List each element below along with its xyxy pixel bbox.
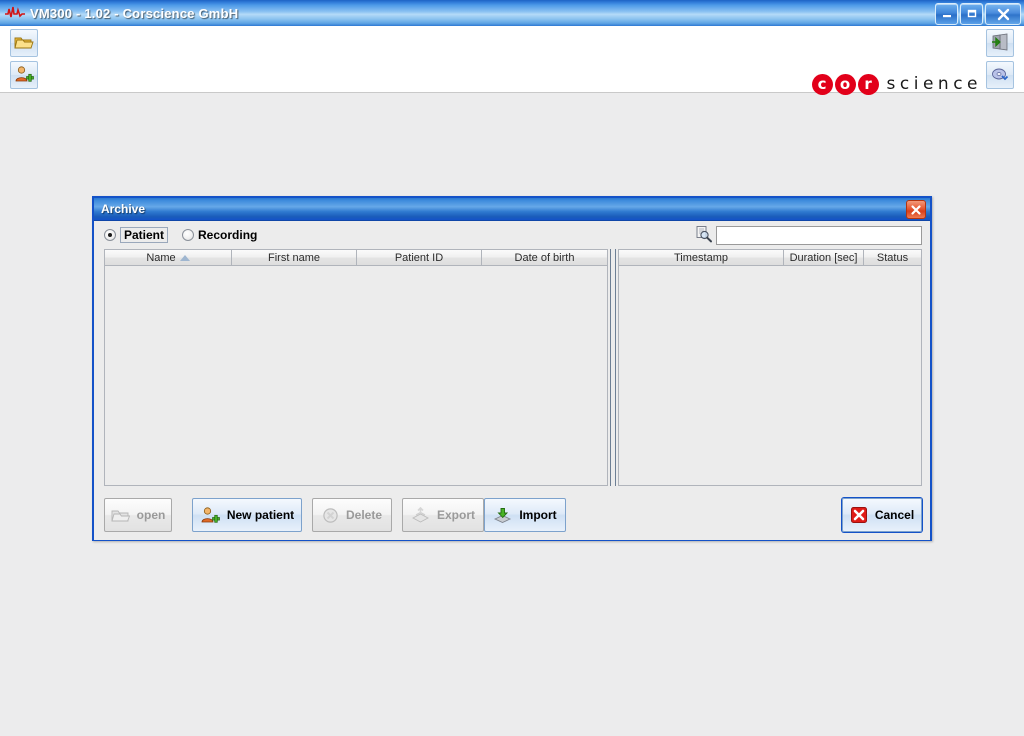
filter-radio-group: Patient Recording [104,227,257,243]
search-area [695,225,922,246]
corscience-logo: c o r science [811,72,982,96]
logo-dot-c: c [811,73,833,95]
archive-tables: Name First name Patient ID Date of birth [104,249,922,486]
settings-button[interactable] [986,61,1014,89]
column-header-name-label: Name [146,251,176,264]
new-patient-button-label: New patient [226,508,295,522]
import-button[interactable]: Import [484,498,566,532]
logo-cor-dots: c o r [811,73,879,95]
column-header-duration-label: Duration [sec] [789,251,858,264]
recording-table: Timestamp Duration [sec] Status [618,249,922,486]
radio-recording[interactable]: Recording [182,228,257,242]
sort-ascending-icon [179,254,190,261]
export-button[interactable]: Export [402,498,484,532]
window-controls [935,3,1021,25]
folder-archive-icon [14,33,34,54]
column-header-name[interactable]: Name [104,249,232,266]
window-title: VM300 - 1.02 - Corscience GmbH [30,5,239,21]
ecg-waveform-icon [5,5,25,21]
export-tray-icon [411,505,430,525]
delete-button-label: Delete [345,508,383,522]
dialog-title: Archive [101,202,146,216]
delete-button[interactable]: Delete [312,498,392,532]
patient-table-body[interactable] [104,266,608,486]
dialog-action-buttons: open New patient Delete Export Import Ca… [104,498,922,532]
column-header-date-of-birth-label: Date of birth [514,251,575,264]
radio-recording-label: Recording [198,228,258,242]
radio-patient-circle[interactable] [104,229,116,241]
settings-disk-icon [990,65,1010,86]
cancel-button-label: Cancel [874,508,915,522]
import-button-label: Import [519,508,557,522]
toolbar-new-patient-button[interactable] [10,61,38,89]
document-search-icon[interactable] [695,225,713,246]
archive-folder-button[interactable] [10,29,38,57]
open-button[interactable]: open [104,498,172,532]
column-header-timestamp[interactable]: Timestamp [618,249,784,266]
column-header-first-name-label: First name [268,251,320,264]
person-add-icon [200,505,220,525]
column-header-status-label: Status [876,251,909,264]
split-divider[interactable] [608,249,618,486]
dialog-close-button[interactable] [906,200,926,219]
logo-dot-o: o [834,73,856,95]
maximize-button[interactable] [960,3,983,25]
column-header-status[interactable]: Status [864,249,922,266]
login-button[interactable] [986,29,1014,57]
cancel-button[interactable]: Cancel [842,498,922,532]
column-header-duration[interactable]: Duration [sec] [784,249,864,266]
new-patient-button[interactable]: New patient [192,498,302,532]
recording-table-body[interactable] [618,266,922,486]
main-toolbar: c o r science [0,26,1024,96]
patient-table-header: Name First name Patient ID Date of birth [104,249,608,266]
delete-circle-icon [322,505,339,525]
column-header-patient-id-label: Patient ID [394,251,444,264]
search-input[interactable] [716,226,922,245]
door-enter-icon [990,33,1010,54]
radio-patient-label: Patient [120,227,169,243]
column-header-date-of-birth[interactable]: Date of birth [482,249,608,266]
logo-dot-r: r [857,73,879,95]
window-title-bar: VM300 - 1.02 - Corscience GmbH [0,0,1024,27]
dialog-body: Patient Recording Name First name Patien… [94,221,930,540]
export-button-label: Export [437,508,476,522]
radio-recording-circle[interactable] [182,229,195,241]
radio-patient[interactable]: Patient [104,227,169,243]
open-button-label: open [136,508,166,522]
logo-wordmark: science [886,74,982,94]
person-add-icon [14,65,34,86]
import-tray-icon [493,505,512,525]
close-button[interactable] [985,3,1021,25]
recording-table-header: Timestamp Duration [sec] Status [618,249,922,266]
dialog-title-bar: Archive [94,198,930,221]
column-header-patient-id[interactable]: Patient ID [357,249,482,266]
column-header-first-name[interactable]: First name [232,249,357,266]
minimize-button[interactable] [935,3,958,25]
archive-dialog: Archive Patient Recording Name First nam… [92,196,932,541]
column-header-timestamp-label: Timestamp [674,251,728,264]
patient-table: Name First name Patient ID Date of birth [104,249,608,486]
red-x-icon [850,505,868,525]
folder-open-icon [111,505,130,525]
